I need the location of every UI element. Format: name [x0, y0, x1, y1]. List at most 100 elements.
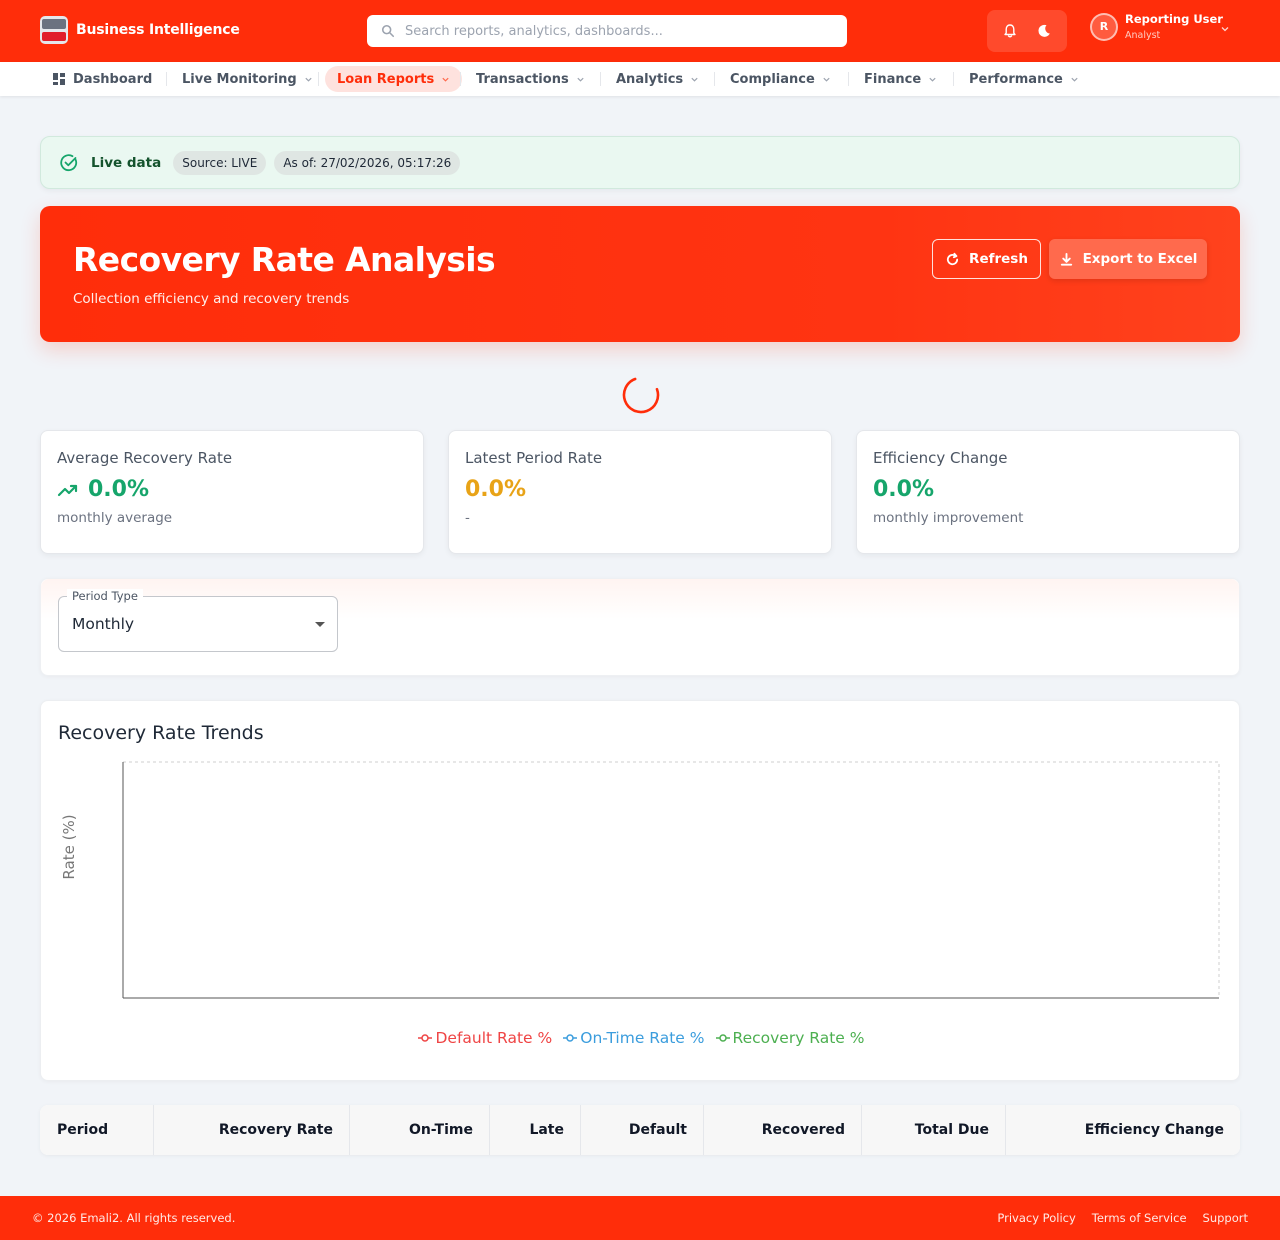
nav-label: Loan Reports [337, 71, 435, 87]
kpi-value-text: 0.0% [88, 477, 150, 502]
check-circle-icon [60, 153, 78, 171]
bell-icon [1004, 24, 1016, 38]
legend-item-on-time-rate[interactable]: On-Time Rate % [562, 1029, 705, 1047]
y-axis-label: Rate (%) [60, 814, 78, 879]
kpi-subtext: - [465, 510, 470, 526]
line-marker-icon [715, 1034, 730, 1042]
nav-label: Live Monitoring [182, 71, 297, 87]
avatar: R [1090, 12, 1118, 41]
live-data-label: Live data [91, 154, 162, 171]
page-header: Recovery Rate Analysis Collection effici… [40, 206, 1240, 342]
support-link[interactable]: Support [1203, 1211, 1248, 1225]
nav-loan-reports[interactable]: Loan Reports [325, 66, 463, 92]
source-chip: Source: LIVE [173, 150, 267, 175]
refresh-icon [946, 252, 959, 265]
chevron-down-icon [929, 77, 936, 82]
nav-finance[interactable]: Finance [852, 66, 949, 92]
nav-label: Transactions [476, 71, 569, 87]
header-actions [987, 10, 1067, 52]
chevron-down-icon [1071, 77, 1078, 82]
column-header-recovered[interactable]: Recovered [704, 1105, 861, 1155]
trending-up-icon [57, 484, 78, 496]
nav-compliance[interactable]: Compliance [718, 66, 843, 92]
kpi-card-average-recovery: Average Recovery Rate 0.0% monthly avera… [40, 430, 424, 554]
recovery-table: Period Recovery Rate On-Time Late Defaul… [40, 1105, 1240, 1155]
column-header-label: Recovered [761, 1122, 845, 1138]
column-header-recovery-rate[interactable]: Recovery Rate [154, 1105, 349, 1155]
moon-icon [1038, 24, 1050, 37]
brand-logo [40, 16, 68, 44]
nav-divider [848, 72, 849, 86]
kpi-value: 0.0% [465, 477, 815, 502]
column-header-efficiency-change[interactable]: Efficiency Change [1006, 1105, 1240, 1155]
kpi-subtext: monthly average [57, 510, 173, 526]
period-type-value: Monthly [72, 615, 135, 633]
period-type-select[interactable]: Period Type Monthly [58, 589, 338, 652]
kpi-value: 0.0% [57, 477, 407, 502]
line-marker-icon [563, 1034, 578, 1042]
nav-label: Dashboard [73, 71, 153, 87]
nav-label: Performance [969, 71, 1063, 87]
kpi-subtext: monthly improvement [873, 510, 1024, 526]
nav-live-monitoring[interactable]: Live Monitoring [170, 66, 325, 92]
column-header-on-time[interactable]: On-Time [350, 1105, 489, 1155]
kpi-label: Efficiency Change [873, 449, 1008, 467]
export-excel-button[interactable]: Export to Excel [1049, 239, 1207, 279]
dark-mode-toggle[interactable] [1029, 16, 1059, 46]
column-header-total-due[interactable]: Total Due [862, 1105, 1005, 1155]
kpi-card-latest-period: Latest Period Rate 0.0% - [448, 430, 832, 554]
user-role: Analyst [1125, 30, 1161, 41]
page-title: Recovery Rate Analysis [73, 240, 496, 279]
period-type-label: Period Type [67, 589, 143, 603]
notifications-button[interactable] [995, 16, 1025, 46]
kpi-label: Latest Period Rate [465, 449, 603, 467]
column-header-label: Period [57, 1122, 109, 1138]
column-header-period[interactable]: Period [40, 1105, 153, 1155]
legend-label: Default Rate % [435, 1029, 553, 1047]
search-input[interactable] [405, 23, 825, 39]
refresh-label: Refresh [969, 251, 1028, 267]
legend-item-default-rate[interactable]: Default Rate % [417, 1029, 552, 1047]
chevron-down-icon [691, 77, 698, 82]
main-nav: Dashboard Live Monitoring Loan Reports T… [0, 62, 1280, 96]
top-bar: Business Intelligence R Reporting User A… [0, 0, 1280, 62]
nav-transactions[interactable]: Transactions [464, 66, 597, 92]
column-header-label: Default [628, 1122, 687, 1138]
nav-divider [460, 72, 461, 86]
refresh-button[interactable]: Refresh [932, 239, 1041, 279]
column-header-label: On-Time [408, 1122, 473, 1138]
export-label: Export to Excel [1082, 251, 1198, 267]
nav-divider [166, 72, 167, 86]
user-name: Reporting User [1125, 12, 1223, 26]
nav-divider [600, 72, 601, 86]
user-menu[interactable]: R Reporting User Analyst [1090, 12, 1240, 41]
nav-label: Analytics [616, 71, 684, 87]
kpi-value-text: 0.0% [465, 477, 527, 502]
column-header-label: Total Due [914, 1122, 989, 1138]
nav-dashboard[interactable]: Dashboard [41, 66, 164, 92]
dropdown-arrow-icon [315, 622, 325, 627]
line-marker-icon [418, 1034, 433, 1042]
footer: © 2026 Emali2. All rights reserved. Priv… [0, 1196, 1280, 1240]
brand[interactable]: Business Intelligence [40, 16, 240, 44]
recovery-trends-chart-card: Recovery Rate Trends Rate (%) Default Ra… [40, 700, 1240, 1081]
nav-divider [318, 72, 319, 86]
brand-title: Business Intelligence [76, 22, 240, 38]
column-header-label: Recovery Rate [218, 1122, 333, 1138]
search-box[interactable] [367, 15, 847, 47]
nav-label: Compliance [730, 71, 815, 87]
page-subtitle: Collection efficiency and recovery trend… [73, 291, 350, 307]
nav-performance[interactable]: Performance [957, 66, 1091, 92]
column-header-label: Efficiency Change [1084, 1122, 1224, 1138]
terms-of-service-link[interactable]: Terms of Service [1092, 1211, 1187, 1225]
search-icon [381, 24, 395, 38]
nav-analytics[interactable]: Analytics [604, 66, 711, 92]
legend-label: Recovery Rate % [732, 1029, 865, 1047]
chevron-down-icon [305, 77, 312, 82]
filter-panel: Period Type Monthly [40, 578, 1240, 676]
privacy-policy-link[interactable]: Privacy Policy [997, 1211, 1075, 1225]
live-data-banner: Live data Source: LIVE As of: 27/02/2026… [40, 136, 1240, 189]
column-header-late[interactable]: Late [490, 1105, 580, 1155]
legend-item-recovery-rate[interactable]: Recovery Rate % [715, 1029, 865, 1047]
column-header-default[interactable]: Default [581, 1105, 703, 1155]
